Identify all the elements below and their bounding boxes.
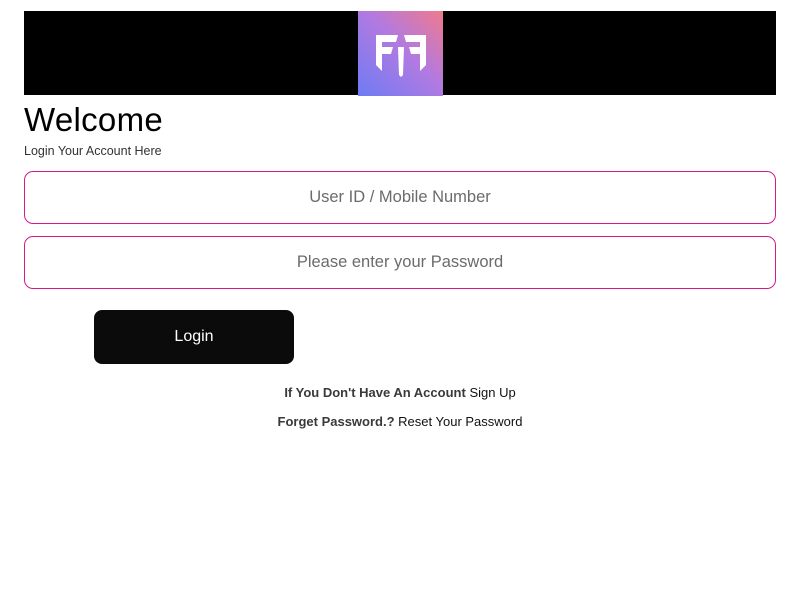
login-button[interactable]: Login <box>94 310 294 364</box>
header-bar <box>24 11 776 96</box>
page-subtitle: Login Your Account Here <box>24 144 162 158</box>
password-input[interactable] <box>24 236 776 289</box>
login-page: Welcome Login Your Account Here Login If… <box>0 0 800 600</box>
signup-prompt: If You Don't Have An Account <box>284 385 466 400</box>
page-title: Welcome <box>24 101 164 138</box>
signup-line: If You Don't Have An Account Sign Up <box>0 385 800 400</box>
sign-up-link[interactable]: Sign Up <box>469 385 515 400</box>
forgot-password-line: Forget Password.? Reset Your Password <box>0 414 800 429</box>
user-id-input[interactable] <box>24 171 776 224</box>
ff-logo-icon <box>358 11 443 96</box>
forgot-prompt: Forget Password.? <box>277 414 395 429</box>
reset-password-link[interactable]: Reset Your Password <box>398 414 522 429</box>
ff-logo-glyph <box>375 34 426 77</box>
